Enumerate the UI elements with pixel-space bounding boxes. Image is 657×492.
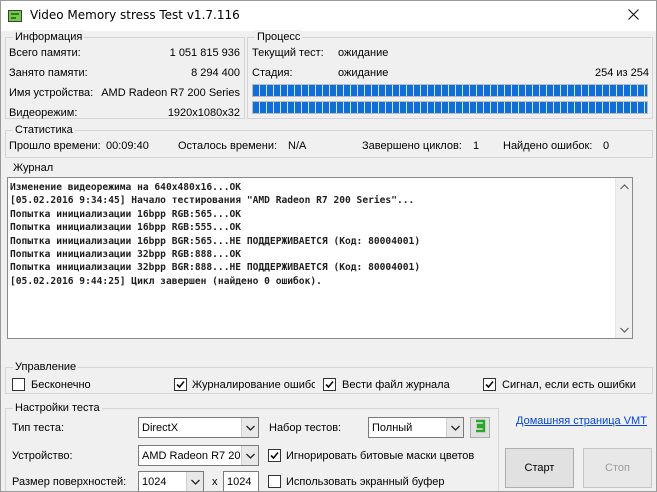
log-line: Попытка инициализации 32bpp RGB:888...ОК: [10, 249, 242, 261]
device-name-label: Имя устройства:: [9, 87, 94, 99]
used-memory-value: 8 294 400: [191, 67, 240, 79]
control-group-title: Управление: [13, 360, 79, 374]
current-test-label: Текущий тест:: [252, 47, 324, 59]
surface-height-select[interactable]: 1024: [223, 471, 259, 491]
refresh-icon: [474, 419, 486, 436]
surface-width-value: 1024: [142, 476, 167, 488]
stage-value: ожидание: [338, 67, 389, 79]
log-line: Попытка инициализации 16bpp RGB:555...ОК: [10, 222, 242, 234]
device-dropdown-button[interactable]: [241, 446, 258, 465]
ignore-masks-label: Игнорировать битовые маски цветов: [286, 450, 475, 462]
ignore-masks-checkbox[interactable]: [268, 449, 281, 462]
video-mode-label: Видеорежим:: [9, 107, 78, 119]
log-line: [05.02.2016 9:34:45] Начало тестирования…: [10, 195, 415, 207]
test-type-label: Тип теста:: [12, 422, 65, 434]
stage-progress-bar: [252, 84, 648, 97]
beep-on-error-label: Сигнал, если есть ошибки: [502, 379, 636, 391]
device-name-value: AMD Radeon R7 200 Series: [101, 87, 240, 99]
info-group-title: Информация: [13, 30, 85, 44]
total-progress-bar: [252, 101, 648, 114]
remaining-label: Осталось времени:: [178, 140, 278, 152]
chevron-down-icon: [245, 450, 255, 462]
process-group: Процесс Текущий тест: ожидание Стадия: о…: [247, 30, 653, 119]
cycles-label: Завершено циклов:: [362, 140, 462, 152]
surface-width-dropdown-button[interactable]: [186, 472, 203, 491]
errors-value: 0: [603, 140, 610, 152]
stop-button[interactable]: Стоп: [583, 448, 652, 488]
process-group-title: Процесс: [255, 30, 303, 44]
log-file-label: Вести файл журнала: [342, 379, 450, 391]
surface-size-label: Размер поверхностей:: [12, 476, 127, 488]
elapsed-label: Прошло времени:: [9, 140, 101, 152]
device-label: Устройство:: [12, 450, 73, 462]
chevron-down-icon: [450, 422, 460, 434]
chevron-down-icon: [619, 324, 629, 336]
current-test-value: ожидание: [338, 47, 389, 59]
used-memory-label: Занято памяти:: [9, 67, 88, 79]
scroll-down-button[interactable]: [616, 321, 632, 338]
total-progress-fill: [253, 102, 647, 113]
endless-label: Бесконечно: [31, 379, 91, 391]
screen-buffer-checkbox[interactable]: [268, 475, 281, 488]
test-type-value: DirectX: [142, 422, 179, 434]
log-line: Попытка инициализации 16bpp BGR:565...НЕ…: [10, 235, 421, 247]
remaining-value: N/A: [288, 140, 307, 152]
stats-group-title: Статистика: [13, 123, 75, 137]
log-line: Попытка инициализации 32bpp BGR:888...НЕ…: [10, 262, 421, 274]
chevron-down-icon: [190, 476, 200, 488]
app-window: Video Memory stress Test v1.7.116 Информ…: [0, 0, 657, 492]
log-textbox[interactable]: Изменение видеорежима на 640x480x16...ОК…: [7, 177, 633, 339]
log-line: [05.02.2016 9:44:25] Цикл завершен (найд…: [10, 275, 322, 287]
log-line: Попытка инициализации 16bpp RGB:565...ОК: [10, 208, 242, 220]
test-set-label: Набор тестов:: [269, 422, 342, 434]
errors-label: Найдено ошибок:: [503, 140, 593, 152]
device-value: AMD Radeon R7 200: [142, 450, 240, 462]
stats-group: Статистика Прошло времени: 00:09:40 Оста…: [5, 123, 653, 158]
log-errors-checkbox[interactable]: [174, 378, 187, 391]
surface-x-label: x: [212, 476, 218, 488]
surface-height-value: 1024: [227, 476, 252, 488]
info-group: Информация Всего памяти: 1 051 815 936 З…: [5, 30, 245, 119]
settings-group-title: Настройки теста: [13, 401, 102, 415]
beep-on-error-checkbox[interactable]: [483, 378, 496, 391]
scroll-up-button[interactable]: [616, 178, 632, 195]
cycles-value: 1: [473, 140, 480, 152]
chevron-up-icon: [619, 181, 629, 193]
close-icon: [627, 9, 639, 23]
refresh-tests-button[interactable]: [470, 417, 490, 438]
test-set-value: Полный: [372, 422, 413, 434]
close-button[interactable]: [610, 1, 656, 31]
chevron-down-icon: [245, 422, 255, 434]
window-title: Video Memory stress Test v1.7.116: [30, 8, 240, 22]
screen-buffer-label: Использовать экранный буфер: [286, 476, 445, 488]
total-memory-value: 1 051 815 936: [169, 47, 240, 59]
total-memory-label: Всего памяти:: [9, 47, 81, 59]
app-icon: [7, 8, 23, 24]
elapsed-value: 00:09:40: [106, 140, 149, 152]
log-group-title: Журнал: [11, 161, 56, 175]
surface-width-select[interactable]: 1024: [138, 471, 204, 491]
stage-progress-fill: [253, 85, 647, 96]
endless-checkbox[interactable]: [12, 378, 25, 391]
video-mode-value: 1920x1080x32: [167, 107, 240, 119]
homepage-link[interactable]: Домашняя страница VMT: [516, 414, 647, 428]
test-set-dropdown-button[interactable]: [446, 418, 463, 437]
log-line: Изменение видеорежима на 640x480x16...ОК: [10, 182, 242, 193]
title-bar: Video Memory stress Test v1.7.116: [1, 1, 656, 31]
log-lines: Изменение видеорежима на 640x480x16...ОК…: [10, 181, 615, 288]
test-type-dropdown-button[interactable]: [241, 418, 258, 437]
start-button[interactable]: Старт: [505, 448, 574, 488]
log-errors-label: Журналирование ошибо: [192, 379, 315, 391]
log-scrollbar[interactable]: [615, 178, 632, 338]
log-file-checkbox[interactable]: [323, 378, 336, 391]
test-type-select[interactable]: DirectX: [138, 417, 259, 438]
stage-label: Стадия:: [252, 67, 293, 79]
stage-counter: 254 из 254: [594, 67, 649, 79]
test-set-select[interactable]: Полный: [368, 417, 464, 438]
device-select[interactable]: AMD Radeon R7 200: [138, 445, 259, 466]
